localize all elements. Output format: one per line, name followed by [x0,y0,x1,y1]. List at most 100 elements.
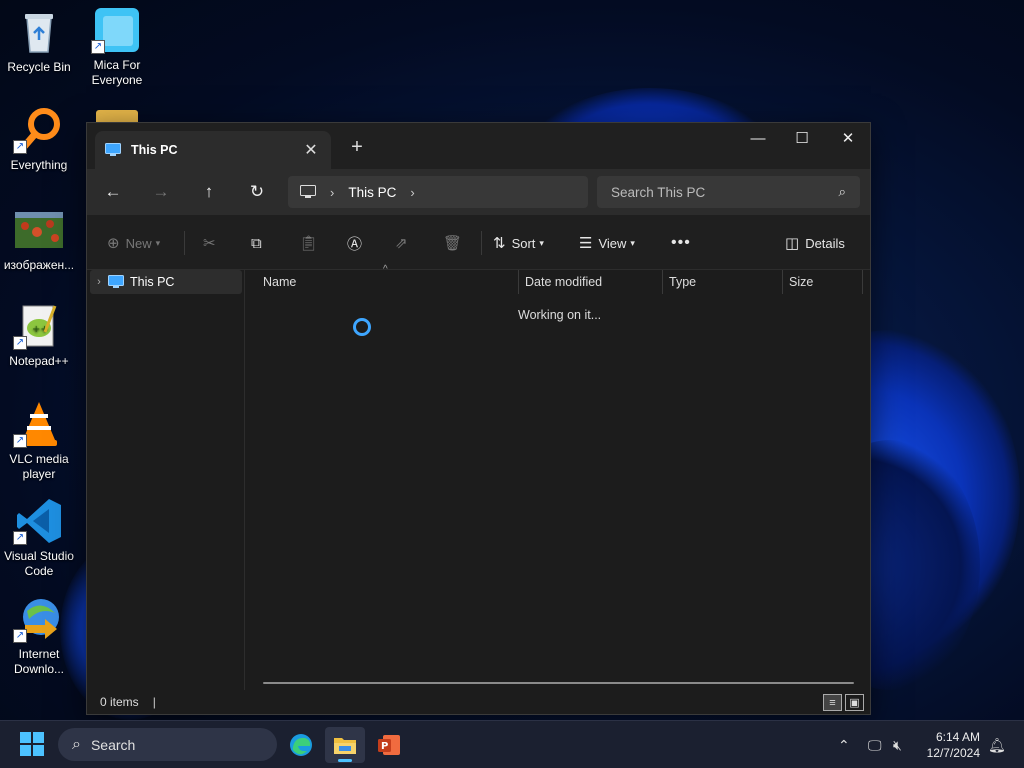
up-button[interactable]: ↑ [195,179,223,205]
maximize-button[interactable]: ☐ [779,123,825,153]
rename-button[interactable]: Ⓐ [347,229,368,257]
copy-icon: ⧉ [251,234,262,252]
details-label: Details [805,235,845,251]
close-tab-icon[interactable]: ✕ [301,140,321,160]
taskbar: ⌕ Search P ⌃ 🖵︎ 🔇︎ 6:14 AM 12/7/2024 🔔︎ [0,720,1024,768]
desktop-icon-vscode[interactable]: ↗ Visual Studio Code [0,497,78,579]
internet-download-manager-icon: ↗ [13,595,63,643]
taskbar-file-explorer[interactable] [325,727,365,763]
details-pane-button[interactable]: ◫ Details [785,229,845,257]
navigation-bar: ← → ↑ ↻ › This PC › Search This PC ⌕ [87,169,870,215]
desktop-icon-idm[interactable]: ↗ Internet Downlo... [0,595,78,677]
sort-button[interactable]: ⇅ Sort ▾ [493,229,544,257]
desktop-icon-label: Everything [10,158,68,172]
horizontal-scrollbar[interactable] [263,682,854,684]
arrow-right-icon: → [152,182,170,201]
desktop-icon-label: VLC media player [9,452,69,481]
desktop-icon-everything[interactable]: ↗ Everything [0,106,78,173]
notepad-plus-plus-icon: ++ ↗ [13,302,63,350]
desktop-icon-image[interactable]: изображен... [0,212,78,273]
more-options-button[interactable]: ••• [671,229,691,257]
details-view-button[interactable]: ≡ [823,694,842,711]
status-divider: | [152,695,156,709]
delete-button[interactable]: 🗑︎ [443,229,468,257]
address-segment-this-pc[interactable]: This PC [348,185,396,200]
bell-icon: 🔔︎ [988,736,1006,753]
close-window-button[interactable]: ✕ [825,123,871,153]
scissors-icon: ✂ [203,235,216,252]
network-status[interactable]: 🖵︎ [868,721,882,768]
volume-control[interactable]: 🔇︎ [893,721,902,768]
clock[interactable]: 6:14 AM 12/7/2024 [927,729,980,761]
view-label: View [598,235,627,251]
search-placeholder: Search This PC [611,184,706,200]
chevron-down-icon: ▾ [539,237,544,248]
column-label: Date modified [525,275,603,289]
taskbar-powerpoint[interactable]: P [369,727,409,763]
clock-date: 12/7/2024 [926,746,980,760]
title-bar: This PC ✕ + — ☐ ✕ [87,123,870,169]
desktop-icon-notepad-plus-plus[interactable]: ++ ↗ Notepad++ [0,302,78,369]
volume-muted-icon: 🔇︎ [893,736,902,753]
share-button[interactable]: ⇗ [395,229,414,257]
sort-label: Sort [511,235,536,251]
shortcut-arrow-icon: ↗ [91,40,105,54]
refresh-icon: ↻ [249,182,265,201]
column-header-type[interactable]: Type [663,270,783,294]
desktop-icon-label: Mica For Everyone [91,58,143,87]
desktop-icon-label: Internet Downlo... [13,647,65,676]
tiles-view-icon: ▣ [849,697,860,709]
desktop-icon-mica[interactable]: ↗ Mica For Everyone [78,6,156,88]
desktop-icon-label: Visual Studio Code [4,549,74,578]
new-tab-button[interactable]: + [347,137,367,157]
powerpoint-icon: P [378,735,400,755]
chevron-right-icon[interactable]: › [410,185,414,200]
view-list-icon: ☰ [579,235,593,252]
toolbar-divider [184,231,185,255]
network-icon: 🖵︎ [868,736,882,753]
image-file-icon [15,212,63,248]
desktop-icon-label: Notepad++ [9,354,69,368]
show-hidden-icons-button[interactable]: ⌃ [838,721,850,768]
search-box[interactable]: Search This PC ⌕ [597,176,860,208]
back-button[interactable]: ← [99,179,127,205]
column-header-date-modified[interactable]: Date modified [519,270,663,294]
sort-up-icon: ^ [383,264,388,275]
trash-icon: 🗑︎ [443,235,463,252]
start-button[interactable] [20,732,44,756]
paste-button[interactable]: 📋︎ [299,229,324,257]
forward-button[interactable]: → [147,179,175,205]
chevron-right-icon[interactable]: › [90,276,108,288]
status-bar: 0 items | ≡ ▣ [87,690,870,714]
taskbar-edge[interactable] [281,727,321,763]
copy-button[interactable]: ⧉ [251,229,268,257]
shortcut-arrow-icon: ↗ [13,140,27,154]
chevron-right-icon[interactable]: › [330,185,334,200]
large-icons-view-button[interactable]: ▣ [845,694,864,711]
column-label: Type [669,275,697,289]
column-header-size[interactable]: Size [783,270,863,294]
new-button[interactable]: ⊕ New ▾ [107,229,160,257]
column-label: Name [263,275,297,289]
view-button[interactable]: ☰ View ▾ [579,229,635,257]
chevron-up-icon: ⌃ [838,736,850,753]
taskbar-search[interactable]: ⌕ Search [58,728,277,761]
sidebar-item-this-pc[interactable]: › This PC [90,270,242,294]
notifications-button[interactable]: 🔔︎ [988,721,1006,768]
refresh-button[interactable]: ↻ [243,179,271,205]
vscode-icon: ↗ [13,497,63,545]
rename-icon: Ⓐ [347,235,363,253]
shortcut-arrow-icon: ↗ [13,531,27,545]
minimize-button[interactable]: — [735,123,781,153]
plus-circle-icon: ⊕ [107,235,120,252]
clock-time: 6:14 AM [935,730,980,744]
details-pane-icon: ◫ [785,235,800,252]
cut-button[interactable]: ✂ [203,229,222,257]
desktop-icon-recycle-bin[interactable]: Recycle Bin [0,8,78,75]
tab-this-pc[interactable]: This PC ✕ [95,131,331,169]
column-header-name[interactable]: Name ^ [247,264,519,294]
this-pc-icon [105,143,121,156]
shortcut-arrow-icon: ↗ [13,629,27,643]
address-bar[interactable]: › This PC › [288,176,588,208]
desktop-icon-vlc[interactable]: ↗ VLC media player [0,400,78,482]
